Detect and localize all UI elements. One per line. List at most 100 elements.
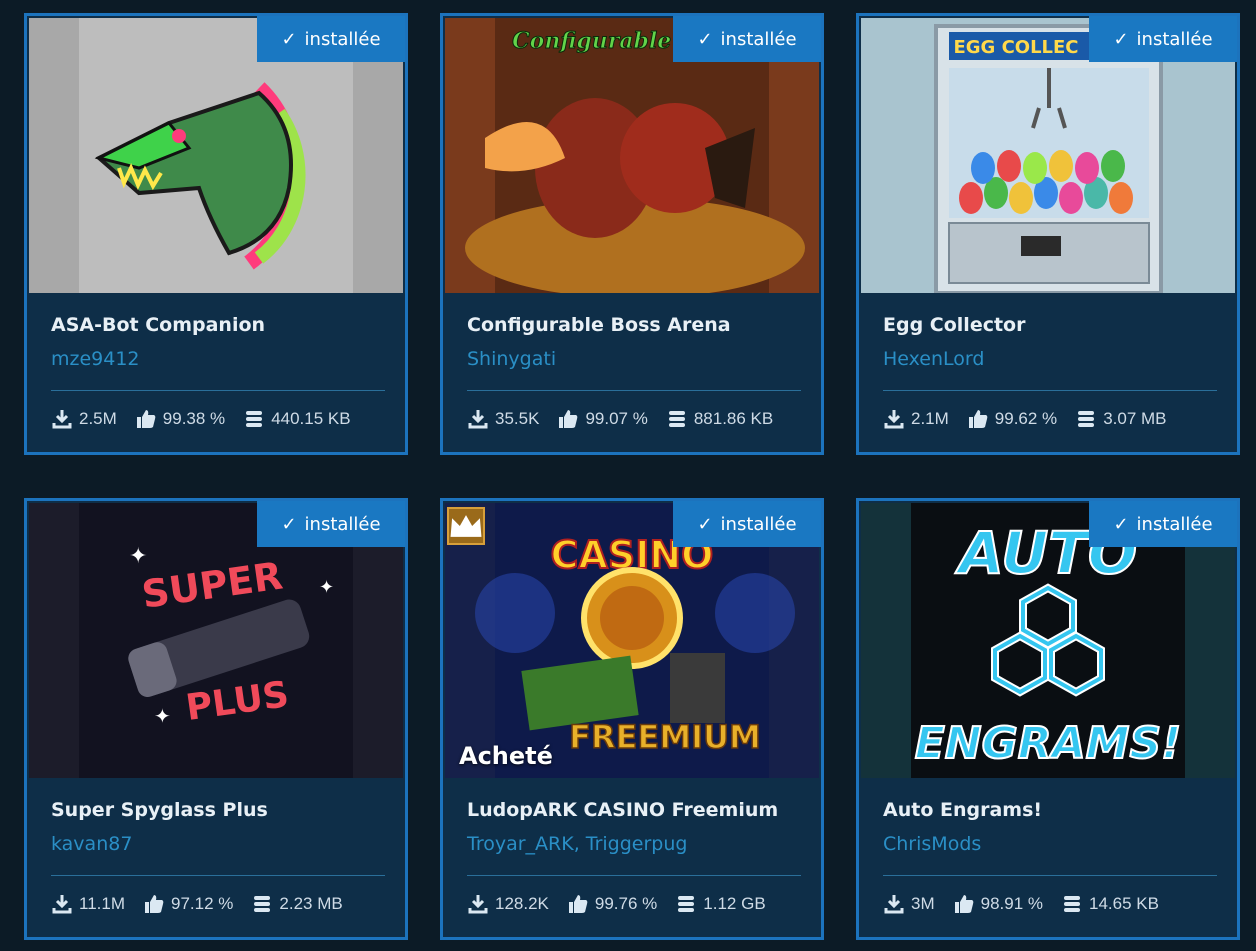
rating-stat: 99.38 %: [135, 408, 225, 430]
database-icon: [1064, 896, 1081, 912]
downloads-stat: 2.1M: [883, 408, 949, 430]
divider: [883, 875, 1217, 876]
download-icon: [52, 410, 72, 429]
downloads-stat: 2.5M: [51, 408, 117, 430]
thumbs-up-icon: [954, 895, 973, 913]
download-icon: [884, 410, 904, 429]
downloads-stat: 11.1M: [51, 893, 125, 915]
thumbs-up-icon: [568, 895, 588, 913]
svg-text:✦: ✦: [129, 544, 147, 569]
download-icon: [884, 895, 904, 914]
size-value: 881.86 KB: [693, 409, 774, 428]
database-icon: [668, 411, 685, 427]
rating-value: 99.76 %: [594, 894, 658, 913]
size-stat: 3.07 MB: [1075, 408, 1167, 430]
installed-label: installée: [304, 513, 381, 535]
mod-stats: 3M 98.91 % 14.65 KB: [883, 891, 1227, 917]
installed-badge: ✓ installée: [257, 501, 405, 547]
installed-badge: ✓ installée: [1089, 16, 1237, 62]
installed-label: installée: [720, 28, 797, 50]
mod-card-configurable-boss-arena[interactable]: Configurable Arena ✓ installée Configura…: [440, 13, 824, 455]
mod-card-auto-engrams[interactable]: AUTO ENGRAMS! ✓ installée Auto Engrams! …: [856, 498, 1240, 940]
downloads-value: 11.1M: [79, 894, 125, 913]
downloads-value: 2.5M: [79, 409, 117, 428]
mod-card-super-spyglass-plus[interactable]: SUPER PLUS ✦ ✦ ✦ ✓ installée Super Spygl…: [24, 498, 408, 940]
mod-stats: 11.1M 97.12 % 2.23 MB: [51, 891, 395, 917]
purchased-label: Acheté: [459, 742, 553, 770]
rating-stat: 97.12 %: [143, 893, 233, 915]
mod-author[interactable]: HexenLord: [883, 348, 984, 370]
mod-grid: ✓ installée ASA-Bot Companion mze9412 2.…: [0, 0, 1256, 951]
rating-stat: 99.62 %: [967, 408, 1057, 430]
check-icon: ✓: [281, 28, 297, 50]
svg-text:ENGRAMS!: ENGRAMS!: [915, 718, 1181, 769]
divider: [883, 390, 1217, 391]
svg-text:✦: ✦: [319, 577, 334, 598]
mod-author[interactable]: Shinygati: [467, 348, 556, 370]
mod-card-asa-bot-companion[interactable]: ✓ installée ASA-Bot Companion mze9412 2.…: [24, 13, 408, 455]
image-overlay-text: EGG COLLEC: [953, 37, 1078, 58]
check-icon: ✓: [697, 513, 713, 535]
divider: [467, 390, 801, 391]
mod-author[interactable]: mze9412: [51, 348, 140, 370]
downloads-value: 128.2K: [495, 894, 549, 913]
mod-stats: 35.5K 99.07 % 881.86 KB: [467, 406, 811, 432]
crown-icon: [450, 515, 482, 537]
size-value: 14.65 KB: [1089, 894, 1159, 913]
installed-label: installée: [720, 513, 797, 535]
rating-stat: 98.91 %: [953, 893, 1043, 915]
download-icon: [468, 895, 488, 914]
thumbs-up-icon: [968, 410, 988, 428]
downloads-stat: 128.2K: [467, 893, 549, 915]
installed-badge: ✓ installée: [1089, 501, 1237, 547]
database-icon: [1078, 411, 1095, 427]
installed-label: installée: [1136, 513, 1213, 535]
mod-title[interactable]: Configurable Boss Arena: [467, 314, 731, 336]
mod-stats: 128.2K 99.76 % 1.12 GB: [467, 891, 811, 917]
check-icon: ✓: [697, 28, 713, 50]
rating-stat: 99.76 %: [567, 893, 657, 915]
thumbs-up-icon: [136, 410, 156, 428]
installed-badge: ✓ installée: [673, 501, 821, 547]
installed-label: installée: [304, 28, 381, 50]
downloads-value: 2.1M: [911, 409, 949, 428]
rating-stat: 99.07 %: [557, 408, 648, 430]
database-icon: [678, 896, 695, 912]
thumbs-up-icon: [559, 410, 578, 428]
size-stat: 1.12 GB: [675, 893, 766, 915]
mod-author[interactable]: kavan87: [51, 833, 132, 855]
mod-title[interactable]: Super Spyglass Plus: [51, 799, 268, 821]
mod-stats: 2.1M 99.62 % 3.07 MB: [883, 406, 1227, 432]
installed-badge: ✓ installée: [673, 16, 821, 62]
mod-title[interactable]: Auto Engrams!: [883, 799, 1042, 821]
downloads-value: 3M: [911, 894, 935, 913]
svg-text:✦: ✦: [154, 704, 171, 728]
download-icon: [468, 410, 488, 429]
size-stat: 881.86 KB: [666, 408, 773, 430]
mod-author[interactable]: Troyar_ARK, Triggerpug: [467, 833, 687, 855]
mod-author[interactable]: ChrisMods: [883, 833, 981, 855]
size-stat: 440.15 KB: [243, 408, 351, 430]
check-icon: ✓: [1113, 28, 1129, 50]
size-value: 2.23 MB: [279, 894, 343, 913]
installed-label: installée: [1136, 28, 1213, 50]
rating-value: 99.38 %: [162, 409, 226, 428]
premium-badge: [447, 507, 485, 545]
size-stat: 2.23 MB: [251, 893, 343, 915]
size-value: 1.12 GB: [703, 894, 766, 913]
size-stat: 14.65 KB: [1061, 893, 1159, 915]
mod-stats: 2.5M 99.38 % 440.15 KB: [51, 406, 395, 432]
downloads-stat: 35.5K: [467, 408, 539, 430]
download-icon: [52, 895, 72, 914]
check-icon: ✓: [1113, 513, 1129, 535]
rating-value: 99.62 %: [994, 409, 1058, 428]
size-value: 440.15 KB: [271, 409, 351, 428]
svg-text:FREEMIUM: FREEMIUM: [569, 718, 761, 756]
mod-card-egg-collector[interactable]: EGG COLLEC ✓ installée Egg Collector Hex…: [856, 13, 1240, 455]
mod-title[interactable]: LudopARK CASINO Freemium: [467, 799, 778, 821]
divider: [51, 875, 385, 876]
mod-title[interactable]: ASA-Bot Companion: [51, 314, 265, 336]
mod-title[interactable]: Egg Collector: [883, 314, 1025, 336]
rating-value: 98.91 %: [980, 894, 1044, 913]
mod-card-ludopark-casino[interactable]: CASINO FREEMIUM Acheté ✓ installée Ludop…: [440, 498, 824, 940]
